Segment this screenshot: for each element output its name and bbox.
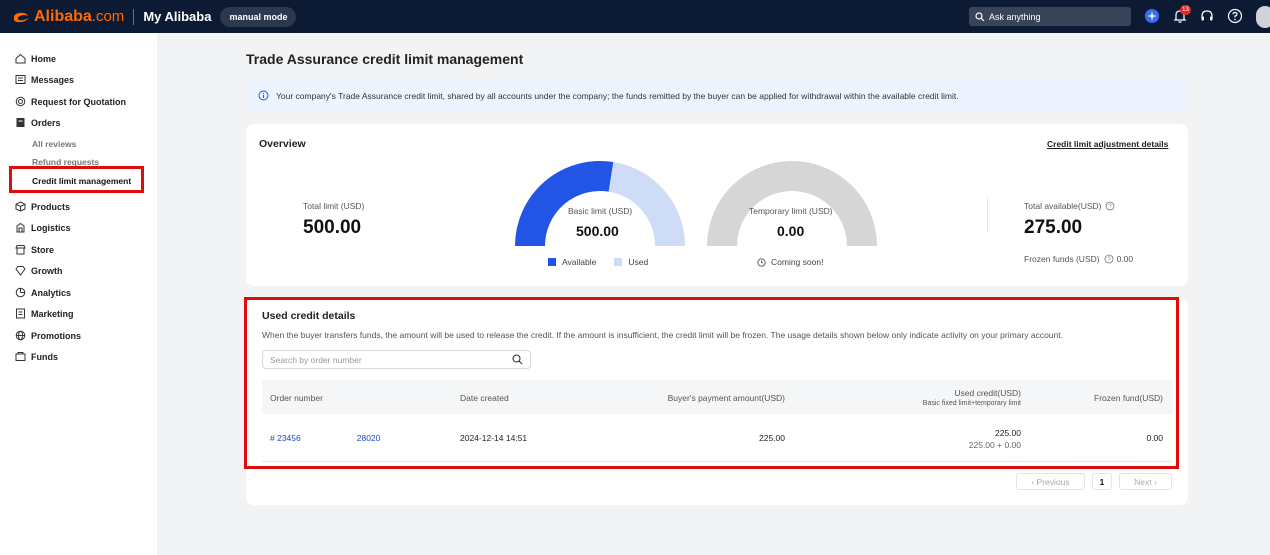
ask-anything-search[interactable]: Ask anything — [969, 7, 1131, 26]
brand-name: Alibaba — [34, 7, 92, 25]
legend-used-swatch — [614, 258, 623, 266]
marketing-icon — [16, 308, 25, 319]
legend-available-swatch — [548, 258, 556, 266]
total-available-label: Total available(USD) — [1024, 201, 1102, 211]
overview-separator — [987, 197, 988, 233]
alibaba-logo-icon — [13, 12, 29, 22]
clock-icon — [757, 257, 766, 267]
pagination-previous[interactable]: ‹ Previous — [1016, 473, 1085, 490]
overview-title: Overview — [259, 138, 306, 150]
sidebar-item-logistics[interactable]: Logistics — [15, 222, 71, 233]
products-icon — [15, 201, 26, 212]
funds-icon — [15, 352, 26, 361]
sidebar-item-marketing[interactable]: Marketing — [15, 308, 74, 319]
info-banner: Your company's Trade Assurance credit li… — [246, 80, 1188, 111]
sidebar-item-store[interactable]: Store — [15, 244, 54, 255]
frozen-funds-value: 0.00 — [1116, 254, 1134, 264]
total-limit-label: Total limit (USD) — [303, 201, 365, 211]
logistics-icon — [16, 222, 25, 233]
temporary-limit-label: Temporary limit (USD) — [749, 206, 833, 216]
sidebar-item-label: Home — [31, 53, 57, 64]
coming-soon-text: Coming soon! — [771, 257, 824, 267]
sidebar-subitem-all-reviews[interactable]: All reviews — [32, 139, 76, 149]
sidebar-item-promotions[interactable]: Promotions — [15, 330, 81, 341]
sidebar-item-label: Logistics — [31, 222, 71, 233]
info-icon — [258, 90, 269, 101]
message-icon — [15, 75, 26, 84]
sidebar-item-home[interactable]: Home — [15, 53, 56, 64]
legend-used-label: Used — [628, 257, 649, 267]
brand-suffix: .com — [91, 8, 125, 25]
growth-icon — [15, 266, 26, 276]
sidebar-item-funds[interactable]: Funds — [15, 351, 58, 362]
notification-badge: 13 — [1180, 5, 1191, 15]
sidebar-item-label: Marketing — [31, 308, 74, 319]
sidebar-item-rfq[interactable]: Request for Quotation — [15, 96, 126, 107]
home-icon — [15, 53, 26, 64]
store-icon — [15, 245, 26, 255]
mode-toggle[interactable]: manual mode — [220, 6, 297, 27]
orders-icon — [16, 118, 25, 127]
info-text: Your company's Trade Assurance credit li… — [276, 90, 959, 101]
basic-limit-value: 500.00 — [576, 223, 619, 239]
sidebar-item-label: Funds — [31, 351, 58, 362]
top-bar: Alibaba .com My Alibaba manual mode Ask a… — [0, 0, 1270, 33]
sidebar-item-products[interactable]: Products — [15, 201, 70, 212]
sidebar-item-label: Analytics — [31, 287, 72, 298]
rfq-icon — [15, 96, 26, 107]
gauge-legend: Available Used — [548, 257, 648, 267]
frozen-funds-label: Frozen funds (USD) — [1024, 254, 1100, 264]
alibaba-logo[interactable]: Alibaba .com — [12, 8, 124, 26]
sidebar-item-label: Messages — [31, 74, 75, 85]
highlight-box-used-credit — [244, 297, 1179, 469]
total-limit-value: 500.00 — [303, 217, 362, 238]
my-alibaba-title[interactable]: My Alibaba — [143, 9, 211, 24]
analytics-icon — [15, 287, 26, 298]
sidebar-item-label: Orders — [31, 117, 61, 128]
temporary-limit-value: 0.00 — [777, 223, 805, 239]
frozen-funds-wrap: Frozen funds (USD) ? 0.00 — [1024, 254, 1133, 264]
legend-available-label: Available — [562, 257, 597, 267]
headset-icon[interactable] — [1199, 8, 1215, 24]
promotions-icon — [15, 330, 26, 341]
sidebar-item-label: Request for Quotation — [31, 96, 126, 107]
sidebar-item-label: Products — [31, 201, 71, 212]
pagination-page-1[interactable]: 1 — [1092, 473, 1112, 490]
ask-anything-placeholder: Ask anything — [989, 11, 1041, 22]
help-circle-icon[interactable]: ? — [1105, 201, 1115, 211]
total-available-value: 275.00 — [1024, 217, 1083, 238]
ai-assistant-icon[interactable] — [1144, 8, 1160, 24]
sidebar-item-orders[interactable]: Orders — [15, 117, 61, 128]
coming-soon-note: Coming soon! — [757, 257, 823, 267]
page-title: Trade Assurance credit limit management — [246, 51, 524, 67]
highlight-box-credit-limit — [9, 166, 144, 193]
basic-limit-label: Basic limit (USD) — [568, 206, 633, 216]
sidebar-item-growth[interactable]: Growth — [15, 265, 63, 276]
total-available-label-wrap: Total available(USD) ? — [1024, 201, 1115, 211]
credit-limit-adjustment-link[interactable]: Credit limit adjustment details — [1047, 139, 1168, 149]
avatar[interactable] — [1256, 6, 1270, 28]
sidebar-item-analytics[interactable]: Analytics — [15, 287, 71, 298]
sidebar-item-label: Promotions — [31, 330, 82, 341]
sidebar-item-messages[interactable]: Messages — [15, 74, 74, 85]
help-icon[interactable] — [1227, 8, 1243, 24]
sidebar-item-label: Store — [31, 244, 55, 255]
help-circle-icon[interactable]: ? — [1104, 254, 1114, 264]
sidebar-item-label: Growth — [31, 265, 63, 276]
search-icon — [975, 11, 985, 21]
topbar-divider — [133, 8, 135, 25]
pagination-next[interactable]: Next › — [1119, 473, 1172, 490]
